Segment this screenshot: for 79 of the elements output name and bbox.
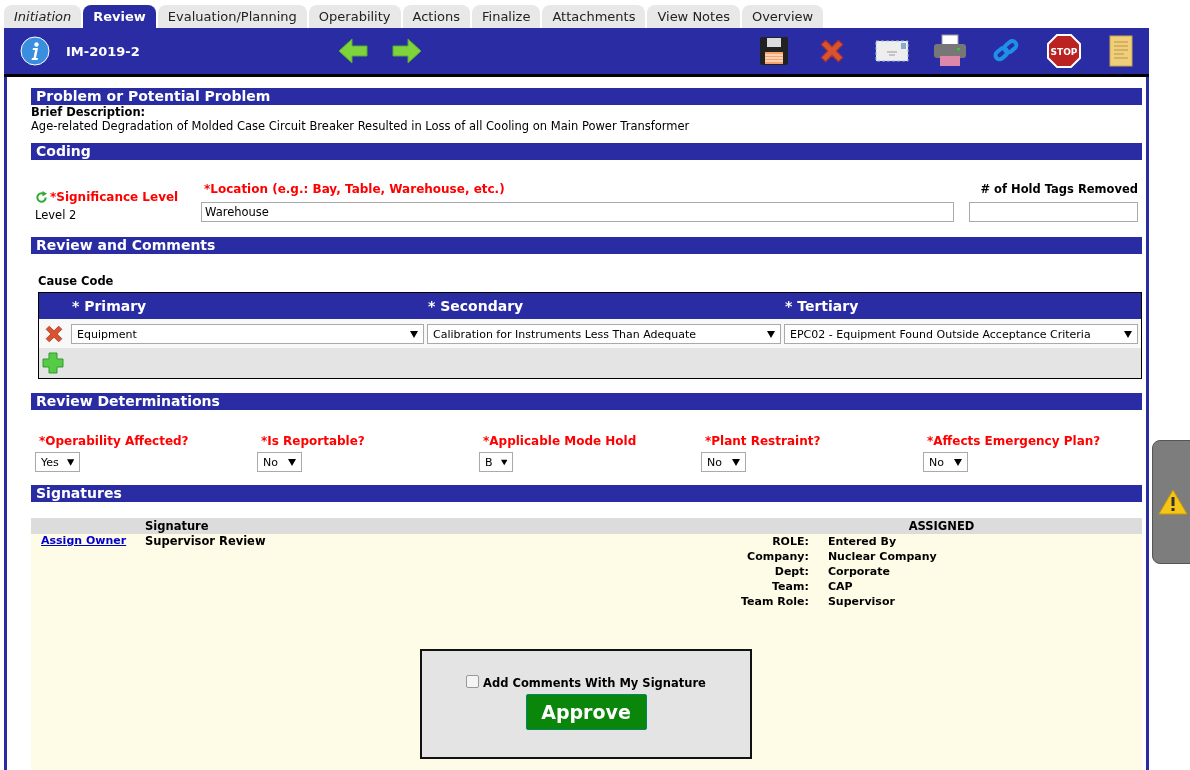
field-label: *Affects Emergency Plan? (926, 434, 1101, 448)
delete-icon[interactable] (42, 323, 65, 345)
section-header: Signatures (31, 485, 1142, 502)
comment-checkbox-label[interactable]: Add Comments With My Signature (466, 675, 706, 690)
checkbox[interactable] (466, 675, 480, 688)
detail-value: CAP (827, 579, 854, 594)
caret-icon (732, 458, 740, 466)
document-icon[interactable] (1109, 35, 1133, 67)
detail-label: Dept: (773, 564, 809, 579)
caret-icon (1124, 330, 1132, 338)
column-header: * Secondary (427, 298, 525, 314)
detail-value: Entered By (827, 534, 898, 549)
field-label: *Plant Restraint? (704, 434, 821, 448)
detail-label: ROLE: (771, 534, 809, 549)
detail-value: Nuclear Company (827, 549, 937, 564)
caret-icon (954, 458, 962, 466)
section-header: Coding (31, 143, 1142, 160)
printer-icon[interactable] (933, 34, 967, 68)
stop-sign-icon[interactable]: STOP (1047, 34, 1081, 68)
section-header: Problem or Potential Problem (31, 88, 1142, 105)
info-icon[interactable] (20, 36, 50, 66)
location-field[interactable]: Warehouse (201, 202, 954, 222)
column-header: Signature (145, 519, 209, 533)
dropdown[interactable]: No (257, 452, 302, 472)
caret-icon (767, 330, 775, 338)
tab[interactable]: Review (83, 5, 156, 28)
section-header: Review Determinations (31, 393, 1142, 410)
description-text: Age-related Degradation of Molded Case Circuit Breaker Resulted in Loss of all Cooling on Main Power Transformer (31, 119, 691, 133)
caret-icon (288, 458, 296, 466)
column-header: ASSIGNED (908, 519, 975, 533)
detail-label: Company: (746, 549, 809, 564)
hold-tags-field[interactable] (969, 202, 1138, 222)
section-header: Review and Comments (31, 237, 1142, 254)
dropdown[interactable]: No (923, 452, 968, 472)
field-label: *Significance Level (50, 190, 179, 204)
field-label: *Is Reportable? (260, 434, 365, 448)
column-header: * Tertiary (784, 298, 860, 314)
field-label: *Operability Affected? (38, 434, 189, 448)
tab[interactable]: Overview (741, 5, 824, 28)
field-label: Brief Description: (31, 105, 146, 119)
warning-icon (1158, 489, 1188, 515)
approve-button[interactable]: Approve (525, 694, 647, 730)
column-header: * Primary (71, 298, 148, 314)
detail-label: Team: (771, 579, 809, 594)
field-label: *Location (e.g.: Bay, Table, Warehouse, etc.) (203, 182, 506, 196)
tab[interactable]: Operability (308, 5, 401, 28)
tab[interactable]: Actions (402, 5, 470, 28)
caret-icon (410, 330, 418, 338)
detail-value: Supervisor (827, 594, 896, 609)
detail-value: Corporate (827, 564, 891, 579)
assign-owner-link[interactable]: Assign Owner (31, 534, 127, 547)
field-label: Cause Code (37, 273, 114, 288)
detail-label: Team Role: (741, 594, 809, 609)
dropdown[interactable]: Equipment (71, 324, 424, 344)
field-label: *Applicable Mode Hold (482, 434, 637, 448)
dropdown[interactable]: EPC02 - Equipment Found Outside Acceptance Criteria (784, 324, 1138, 344)
dropdown[interactable]: Yes (35, 452, 80, 472)
side-panel-tab[interactable] (1152, 440, 1190, 564)
significance-value: Level 2 (35, 208, 78, 222)
dropdown[interactable]: Calibration for Instruments Less Than Adequate (427, 324, 781, 344)
tab[interactable]: Evaluation/Planning (157, 5, 307, 28)
tab[interactable]: Initiation (4, 5, 82, 28)
dropdown[interactable]: No (701, 452, 746, 472)
caret-icon (500, 458, 507, 466)
refresh-icon[interactable] (35, 190, 48, 204)
envelope-icon[interactable] (875, 39, 909, 63)
delete-icon[interactable] (817, 36, 847, 66)
link-icon[interactable] (993, 38, 1019, 64)
forward-arrow-icon[interactable] (392, 38, 422, 64)
tab[interactable]: View Notes (647, 5, 740, 28)
tab[interactable]: Attachments (542, 5, 646, 28)
dropdown[interactable]: B (479, 452, 513, 472)
field-label: # of Hold Tags Removed (980, 182, 1138, 196)
caret-icon (66, 458, 74, 466)
save-icon[interactable] (759, 36, 789, 66)
signature-name: Supervisor Review (145, 534, 266, 550)
back-arrow-icon[interactable] (338, 38, 368, 64)
record-id: IM-2019-2 (66, 43, 141, 59)
tab[interactable]: Finalize (472, 5, 541, 28)
